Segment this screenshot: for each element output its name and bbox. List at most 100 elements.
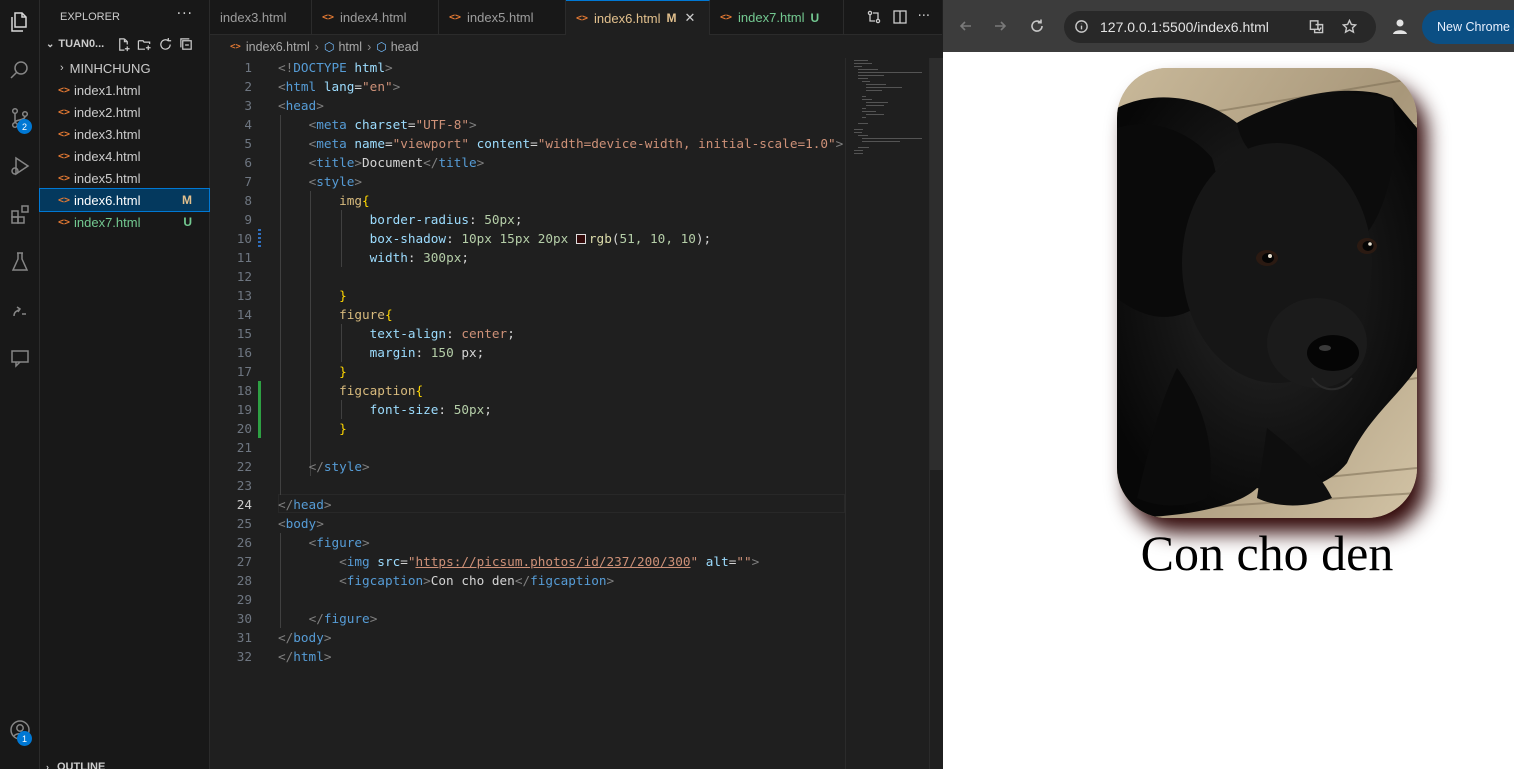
profile-icon[interactable] xyxy=(1391,17,1409,35)
code-line: 23 xyxy=(236,478,252,493)
html-file-icon: <> xyxy=(58,216,71,228)
code-line: 24 </head> xyxy=(236,497,332,512)
code-line: 14 figure{ xyxy=(236,307,393,322)
activity-bar: 2 1 xyxy=(0,0,40,769)
browser-toolbar: 127.0.0.1:5500/index6.html New Chrome a xyxy=(943,0,1514,52)
tab-label: index6.html xyxy=(594,10,661,26)
code-editor[interactable]: 1 <!DOCTYPE html> 2 <html lang="en"> 3 <hea… xyxy=(210,58,845,769)
site-info-icon[interactable] xyxy=(1074,19,1089,34)
tab-index3[interactable]: index3.html xyxy=(210,0,312,35)
code-line: 26 <figure> xyxy=(236,535,370,550)
explorer-item-index2[interactable]: <> index2.html xyxy=(40,101,209,123)
chevron-down-icon: ⌄ xyxy=(46,38,55,50)
modified-badge: M xyxy=(666,11,677,25)
html-file-icon: <> xyxy=(449,12,462,23)
chevron-right-icon: › xyxy=(60,62,64,74)
source-control-icon[interactable]: 2 xyxy=(0,98,40,138)
code-line: 13 } xyxy=(236,288,347,303)
scrollbar-thumb[interactable] xyxy=(930,58,943,470)
code-line: 31 </body> xyxy=(236,630,332,645)
back-button[interactable] xyxy=(957,17,975,35)
new-chrome-button[interactable]: New Chrome a xyxy=(1422,10,1514,44)
explorer-panel: EXPLORER ··· ⌄ TUAN0... › MINHCHUNG <> i… xyxy=(39,0,210,769)
code-line: 9 border-radius: 50px; xyxy=(244,212,523,227)
editor-tabs: index3.html <> index4.html <> index5.htm… xyxy=(210,0,942,35)
tab-label: index5.html xyxy=(467,10,534,25)
tab-label: index3.html xyxy=(220,10,287,25)
explorer-actions xyxy=(116,37,194,52)
figure-caption: Con cho den xyxy=(1140,525,1394,581)
collapse-all-icon[interactable] xyxy=(179,37,194,52)
explorer-item-index3[interactable]: <> index3.html xyxy=(40,123,209,145)
code-line: 1 <!DOCTYPE html> xyxy=(244,60,393,75)
html-file-icon: <> xyxy=(58,150,71,162)
account-icon[interactable]: 1 xyxy=(0,710,40,750)
editor-actions: ··· xyxy=(866,9,930,25)
tab-index4[interactable]: <> index4.html xyxy=(312,0,439,35)
forward-button[interactable] xyxy=(991,17,1009,35)
search-icon[interactable] xyxy=(0,50,40,90)
tab-index5[interactable]: <> index5.html xyxy=(439,0,566,35)
remote-icon[interactable] xyxy=(0,290,40,330)
black-puppy-photo xyxy=(1117,68,1417,518)
vertical-scrollbar[interactable] xyxy=(929,58,943,769)
dog-image xyxy=(1117,68,1417,518)
html-file-icon: <> xyxy=(58,106,71,118)
breadcrumb-head[interactable]: head xyxy=(391,40,419,54)
new-folder-icon[interactable] xyxy=(137,37,152,52)
close-icon[interactable]: ✕ xyxy=(685,10,696,26)
explorer-item-index7[interactable]: <> index7.html U xyxy=(40,211,209,233)
extensions-icon[interactable] xyxy=(0,194,40,234)
explorer-item-index1[interactable]: <> index1.html xyxy=(40,79,209,101)
code-line: 22 </style> xyxy=(236,459,370,474)
split-editor-icon[interactable] xyxy=(892,9,908,25)
html-file-icon: <> xyxy=(322,12,335,23)
explorer-item-index5[interactable]: <> index5.html xyxy=(40,167,209,189)
address-bar[interactable]: 127.0.0.1:5500/index6.html xyxy=(1064,11,1376,43)
code-line: 4 <meta charset="UTF-8"> xyxy=(244,117,477,132)
more-actions-icon[interactable]: ··· xyxy=(918,9,930,25)
html-file-icon: <> xyxy=(58,172,71,184)
explorer-item-label: index3.html xyxy=(74,126,141,142)
tab-index6[interactable]: <> index6.html M ✕ xyxy=(566,0,710,35)
compare-changes-icon[interactable] xyxy=(866,9,882,25)
breadcrumb-file[interactable]: index6.html xyxy=(246,40,310,54)
untracked-badge: U xyxy=(810,10,820,25)
tab-index7[interactable]: <> index7.html U xyxy=(710,0,844,35)
explorer-item-minhchung[interactable]: › MINHCHUNG xyxy=(40,57,209,79)
breadcrumb-html[interactable]: html xyxy=(338,40,362,54)
bookmark-star-icon[interactable] xyxy=(1342,19,1357,34)
explorer-title: EXPLORER xyxy=(60,11,120,23)
explorer-more-button[interactable]: ··· xyxy=(177,6,193,22)
refresh-icon[interactable] xyxy=(158,37,173,52)
explorer-item-label: index6.html xyxy=(74,192,141,208)
html-file-icon: <> xyxy=(58,84,71,96)
outline-section-header[interactable]: › OUTLINE xyxy=(46,761,105,769)
color-swatch[interactable] xyxy=(575,234,586,244)
explorer-icon[interactable] xyxy=(0,2,40,42)
code-line: 2 <html lang="en"> xyxy=(244,79,401,94)
workspace-folder[interactable]: ⌄ TUAN0... xyxy=(46,38,104,50)
translate-icon[interactable] xyxy=(1309,19,1324,34)
code-line: 18 figcaption{ xyxy=(236,383,424,398)
reload-icon xyxy=(1031,19,1043,32)
explorer-item-index4[interactable]: <> index4.html xyxy=(40,145,209,167)
symbol-icon: ⬡ xyxy=(323,40,335,54)
explorer-item-index6[interactable]: <> index6.html M xyxy=(39,188,210,212)
new-file-icon[interactable] xyxy=(116,37,131,52)
explorer-item-label: index2.html xyxy=(74,104,141,120)
code-line: 32 </html> xyxy=(236,649,332,664)
chat-icon[interactable] xyxy=(0,338,40,378)
modified-badge: M xyxy=(182,193,192,207)
html-file-icon: <> xyxy=(576,12,589,24)
reload-button[interactable] xyxy=(1028,17,1046,35)
untracked-badge: U xyxy=(183,215,192,229)
testing-icon[interactable] xyxy=(0,242,40,282)
code-line: 8 img{ xyxy=(244,193,370,208)
code-line: 16 margin: 150 px; xyxy=(236,345,485,360)
minimap[interactable] xyxy=(845,58,930,769)
run-debug-icon[interactable] xyxy=(0,146,40,186)
image-url-link[interactable]: https://picsum.photos/id/237/200/300 xyxy=(416,554,691,569)
code-line: 29 xyxy=(236,592,252,607)
url-text[interactable]: 127.0.0.1:5500/index6.html xyxy=(1100,19,1269,35)
